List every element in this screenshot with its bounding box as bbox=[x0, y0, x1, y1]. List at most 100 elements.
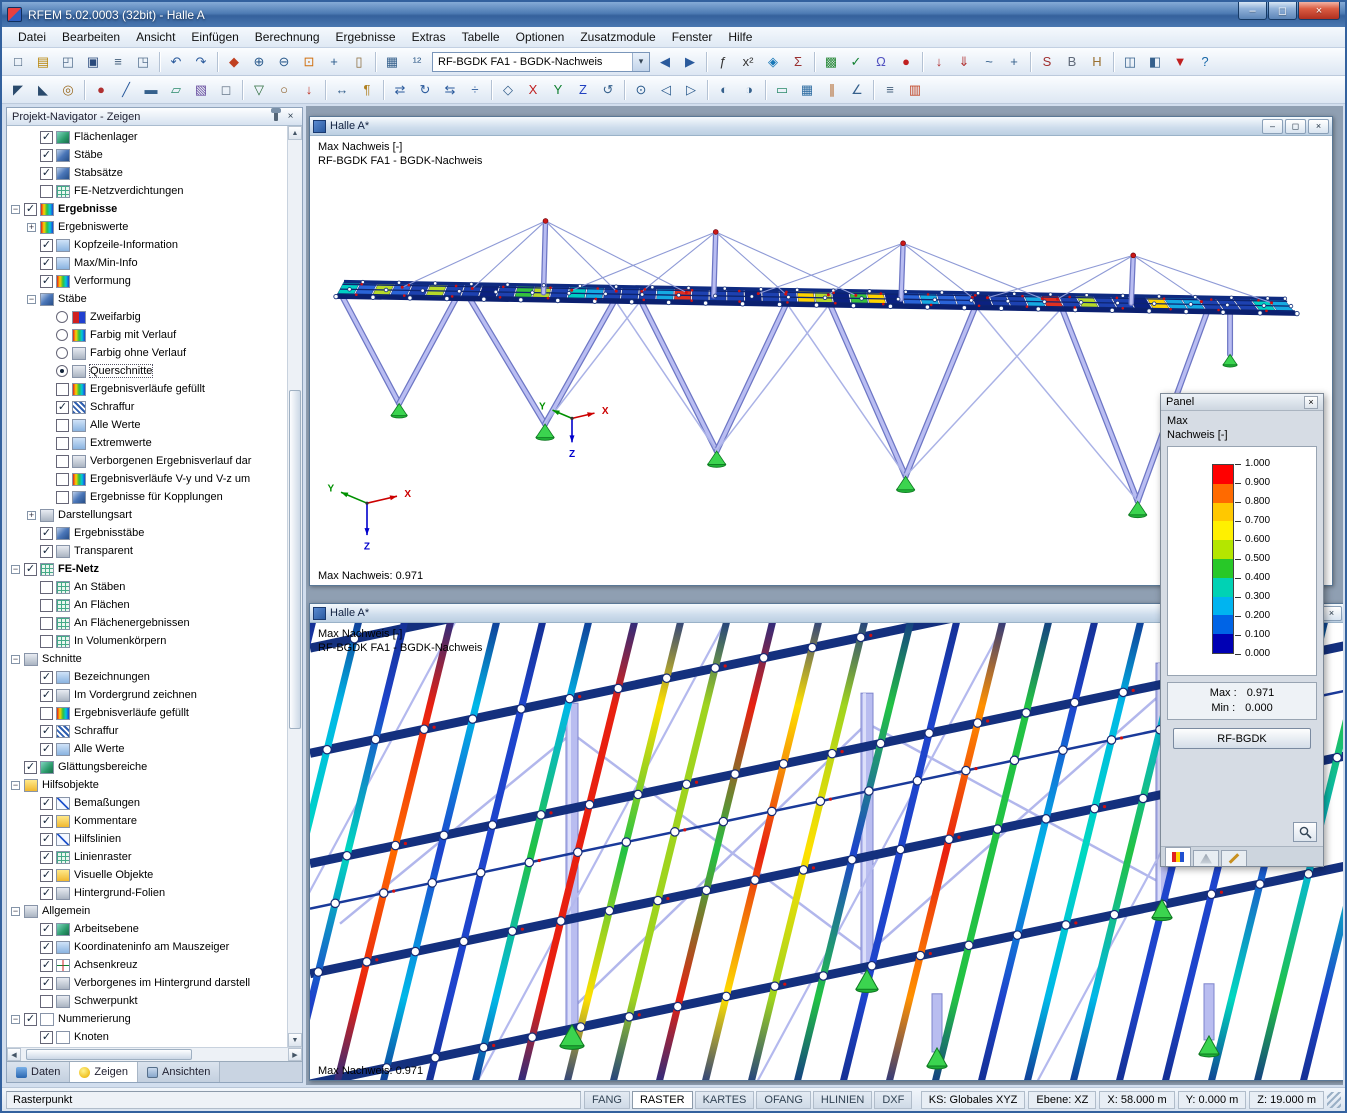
checkbox[interactable]: ✓ bbox=[40, 239, 53, 252]
save-icon[interactable]: ▣ bbox=[81, 50, 105, 74]
workplane-icon[interactable]: ▭ bbox=[770, 78, 794, 102]
title-bar[interactable]: RFEM 5.02.0003 (32bit) - Halle A – ◻ × bbox=[2, 2, 1345, 27]
menu-item-einfügen[interactable]: Einfügen bbox=[183, 28, 246, 46]
checkbox[interactable]: ✓ bbox=[56, 401, 69, 414]
rf-stahl-icon[interactable]: S bbox=[1035, 50, 1059, 74]
expand-icon[interactable]: + bbox=[27, 511, 36, 520]
checkbox[interactable]: ✓ bbox=[24, 761, 37, 774]
tree-item-schwerpunkt[interactable]: Schwerpunkt bbox=[7, 992, 287, 1010]
show-results-icon[interactable]: ◈ bbox=[761, 50, 785, 74]
tree-item-fe-netz[interactable]: −✓FE-Netz bbox=[7, 560, 287, 578]
menu-item-datei[interactable]: Datei bbox=[10, 28, 54, 46]
view-x-icon[interactable]: X bbox=[521, 78, 545, 102]
collapse-icon[interactable]: − bbox=[11, 781, 20, 790]
tree-item-linienraster[interactable]: ✓Linienraster bbox=[7, 848, 287, 866]
collapse-icon[interactable]: − bbox=[27, 295, 36, 304]
checkbox[interactable] bbox=[56, 419, 69, 432]
checkbox[interactable]: ✓ bbox=[40, 1031, 53, 1044]
tree-item-alle-werte[interactable]: ✓Alle Werte bbox=[7, 740, 287, 758]
rotate-view-icon[interactable]: ↺ bbox=[596, 78, 620, 102]
vscroll-track[interactable] bbox=[288, 140, 302, 1033]
zoom-in-icon[interactable]: ⊕ bbox=[247, 50, 271, 74]
panel-tab-factors[interactable] bbox=[1193, 850, 1219, 866]
tree-item-in-volumenkörpern[interactable]: In Volumenkörpern bbox=[7, 632, 287, 650]
formula-icon[interactable]: ƒ bbox=[711, 50, 735, 74]
checkbox[interactable] bbox=[56, 455, 69, 468]
snap-icon[interactable]: ◎ bbox=[56, 78, 80, 102]
tree-item-schraffur[interactable]: ✓Schraffur bbox=[7, 398, 287, 416]
tree-item-verborgenen-ergebnisverlauf-dar[interactable]: Verborgenen Ergebnisverlauf dar bbox=[7, 452, 287, 470]
tree-item-ergebnisstäbe[interactable]: ✓Ergebnisstäbe bbox=[7, 524, 287, 542]
loadcase-next-icon[interactable]: ▶ bbox=[678, 50, 702, 74]
menu-item-berechnung[interactable]: Berechnung bbox=[247, 28, 328, 46]
tree-item-bemaßungen[interactable]: ✓Bemaßungen bbox=[7, 794, 287, 812]
redo-icon[interactable]: ↷ bbox=[189, 50, 213, 74]
radio-button[interactable] bbox=[56, 365, 68, 377]
checkbox[interactable] bbox=[56, 383, 69, 396]
panel-titlebar[interactable]: Panel × bbox=[1161, 394, 1323, 411]
checkbox[interactable] bbox=[56, 473, 69, 486]
checkbox[interactable] bbox=[40, 617, 53, 630]
view-window-top-titlebar[interactable]: Halle A* – ◻ × bbox=[310, 117, 1332, 136]
previous-view-icon[interactable]: ◁ bbox=[654, 78, 678, 102]
tree-item-ergebnisse[interactable]: −✓Ergebnisse bbox=[7, 200, 287, 218]
collapse-icon[interactable]: − bbox=[11, 1015, 20, 1024]
minimize-button[interactable]: – bbox=[1238, 2, 1267, 20]
move-icon[interactable]: ⇄ bbox=[388, 78, 412, 102]
tree-item-knoten[interactable]: ✓Knoten bbox=[7, 1028, 287, 1046]
panel-tab-filter[interactable] bbox=[1221, 850, 1247, 866]
node-icon[interactable]: ● bbox=[89, 78, 113, 102]
menu-item-extras[interactable]: Extras bbox=[404, 28, 454, 46]
checkbox[interactable] bbox=[56, 437, 69, 450]
modules-icon[interactable]: Ω bbox=[869, 50, 893, 74]
checkbox[interactable]: ✓ bbox=[24, 563, 37, 576]
tree-item-ergebnisverläufe-gefüllt[interactable]: Ergebnisverläufe gefüllt bbox=[7, 380, 287, 398]
menu-item-tabelle[interactable]: Tabelle bbox=[454, 28, 508, 46]
radio-button[interactable] bbox=[56, 347, 68, 359]
tree-item-arbeitsebene[interactable]: ✓Arbeitsebene bbox=[7, 920, 287, 938]
help-icon[interactable]: ? bbox=[1193, 50, 1217, 74]
view-close-button[interactable]: × bbox=[1321, 606, 1342, 621]
status-toggle-dxf[interactable]: DXF bbox=[874, 1091, 912, 1109]
tree-item-hintergrund-folien[interactable]: ✓Hintergrund-Folien bbox=[7, 884, 287, 902]
close-file-icon[interactable]: ◰ bbox=[56, 50, 80, 74]
support-icon[interactable]: ▽ bbox=[247, 78, 271, 102]
load-icon[interactable]: ↓ bbox=[297, 78, 321, 102]
member-icon[interactable]: ▬ bbox=[139, 78, 163, 102]
checkbox[interactable]: ✓ bbox=[40, 257, 53, 270]
tree-item-farbig-ohne-verlauf[interactable]: Farbig ohne Verlauf bbox=[7, 344, 287, 362]
view-close-button[interactable]: × bbox=[1308, 119, 1329, 134]
checkbox[interactable] bbox=[40, 995, 53, 1008]
checkbox[interactable] bbox=[40, 707, 53, 720]
opening-icon[interactable]: ◻ bbox=[214, 78, 238, 102]
status-toggle-ofang[interactable]: OFANG bbox=[756, 1091, 811, 1109]
hscroll-track[interactable] bbox=[21, 1048, 288, 1061]
color-panel-icon[interactable]: ▥ bbox=[903, 78, 927, 102]
tree-item-kopfzeile-information[interactable]: ✓Kopfzeile-Information bbox=[7, 236, 287, 254]
select-special-icon[interactable]: ◣ bbox=[31, 78, 55, 102]
scroll-down-icon[interactable]: ▼ bbox=[288, 1033, 302, 1047]
menu-item-ergebnisse[interactable]: Ergebnisse bbox=[328, 28, 404, 46]
tree-item-max-min-info[interactable]: ✓Max/Min-Info bbox=[7, 254, 287, 272]
menu-item-hilfe[interactable]: Hilfe bbox=[720, 28, 760, 46]
checkbox[interactable]: ✓ bbox=[40, 725, 53, 738]
resize-grip[interactable] bbox=[1327, 1092, 1341, 1108]
tree-item-verborgenes-im-hintergrund-darstell[interactable]: ✓Verborgenes im Hintergrund darstell bbox=[7, 974, 287, 992]
zoom-window-icon[interactable]: ⊡ bbox=[297, 50, 321, 74]
view-isometric-icon[interactable]: ◇ bbox=[496, 78, 520, 102]
checkbox[interactable]: ✓ bbox=[40, 941, 53, 954]
zoom-all-icon[interactable]: ⊙ bbox=[629, 78, 653, 102]
checkbox[interactable] bbox=[40, 185, 53, 198]
checkbox[interactable]: ✓ bbox=[40, 815, 53, 828]
checkbox[interactable]: ✓ bbox=[24, 1013, 37, 1026]
checkbox[interactable] bbox=[40, 635, 53, 648]
checkbox[interactable]: ✓ bbox=[40, 743, 53, 756]
tree-item-verformung[interactable]: ✓Verformung bbox=[7, 272, 287, 290]
tree-item-darstellungsart[interactable]: +Darstellungsart bbox=[7, 506, 287, 524]
scroll-up-icon[interactable]: ▲ bbox=[288, 126, 302, 140]
tree-item-bezeichnungen[interactable]: ✓Bezeichnungen bbox=[7, 668, 287, 686]
surface-loads-icon[interactable]: ⇓ bbox=[952, 50, 976, 74]
tree-item-achsenkreuz[interactable]: ✓Achsenkreuz bbox=[7, 956, 287, 974]
clipboard-icon[interactable]: ▯ bbox=[347, 50, 371, 74]
rf-bgdk-button[interactable]: RF-BGDK bbox=[1173, 728, 1311, 749]
